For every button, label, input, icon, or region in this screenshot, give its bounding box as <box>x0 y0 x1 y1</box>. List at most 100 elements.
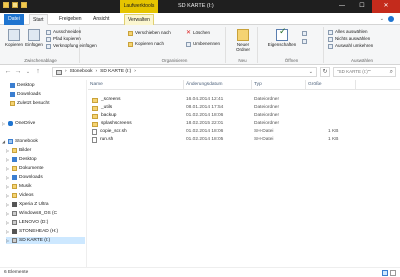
nav-item-recent[interactable]: Zuletzt besucht <box>10 100 50 107</box>
edit-button[interactable] <box>302 39 307 44</box>
back-arrow-icon[interactable]: ← <box>4 68 12 76</box>
open-button[interactable] <box>302 31 307 36</box>
chevron-right-icon[interactable]: ▷ <box>6 183 10 190</box>
quick-access-toolbar <box>3 2 27 8</box>
nav-item-windows8[interactable]: ▷ Windows8_OS (C <box>6 210 57 217</box>
column-name[interactable]: Name <box>88 80 184 90</box>
nav-item-downloads[interactable]: Downloads <box>10 91 41 98</box>
copy-path-button[interactable]: Pfad kopieren <box>46 36 81 42</box>
invert-selection-button[interactable]: Auswahl umkehren <box>328 43 373 49</box>
nav-item-xperia[interactable]: ▷ Xperia Z Ultra <box>6 201 49 208</box>
nav-item-dokumente[interactable]: ▷ Dokumente <box>6 165 44 172</box>
chevron-down-icon[interactable]: ⌄ <box>380 16 384 22</box>
nav-item-videos[interactable]: ▷ Videos <box>6 192 34 199</box>
file-type: SH-Datei <box>254 129 274 134</box>
nav-item-desktop[interactable]: Desktop <box>10 82 35 89</box>
table-row[interactable]: _utils 08.01.2014 17:54 Dateiordner <box>88 104 400 112</box>
new-folder-icon[interactable] <box>21 2 27 8</box>
chevron-right-icon[interactable]: ▷ <box>6 219 10 226</box>
tab-start[interactable]: Start <box>29 14 48 25</box>
chevron-right-icon[interactable]: ▷ <box>6 228 10 235</box>
nav-item-stonebook[interactable]: ◢ Stonebook <box>2 138 38 145</box>
organize-group: Verschieben nach Kopieren nach ✕ Löschen … <box>124 27 226 63</box>
chevron-right-icon[interactable]: ▷ <box>6 156 10 163</box>
file-date: 01.02.2014 18:05 <box>186 137 224 142</box>
window-title: SD KARTE (I:) <box>178 3 214 9</box>
desktop-icon <box>10 83 15 88</box>
file-name: _utils <box>101 105 113 110</box>
properties-icon <box>276 29 288 41</box>
title-bar: Laufwerktools SD KARTE (I:) — ☐ ✕ <box>0 0 400 13</box>
nav-item-bilder[interactable]: ▷ Bilder <box>6 147 31 154</box>
breadcrumb-stonebook[interactable]: Stonebook <box>70 68 93 76</box>
nav-item-desktop-folder[interactable]: ▷ Desktop <box>6 156 37 163</box>
tab-ansicht[interactable]: Ansicht <box>90 14 112 25</box>
maximize-button[interactable]: ☐ <box>352 0 372 13</box>
window-controls: — ☐ ✕ <box>332 0 400 13</box>
delete-button[interactable]: ✕ Löschen <box>186 30 210 36</box>
details-view-icon[interactable] <box>382 270 388 276</box>
new-folder-button[interactable]: Neuer Ordner <box>232 29 254 52</box>
tab-datei[interactable]: Datei <box>4 14 24 25</box>
select-none-button[interactable]: Nichts auswählen <box>328 36 370 42</box>
chevron-right-icon[interactable]: ▷ <box>6 192 10 199</box>
close-button[interactable]: ✕ <box>372 0 400 13</box>
breadcrumb-sd-karte[interactable]: SD KARTE (I:) <box>100 68 131 76</box>
chevron-right-icon[interactable]: ▷ <box>6 237 10 244</box>
tab-verwalten[interactable]: Verwalten <box>124 14 154 25</box>
forward-arrow-icon[interactable]: → <box>14 68 22 76</box>
column-size[interactable]: Größe <box>306 80 356 90</box>
properties-button[interactable]: Eigenschaften <box>266 29 298 47</box>
chevron-right-icon[interactable]: ▷ <box>2 120 6 127</box>
nav-item-lenovo[interactable]: ▷ LENOVO (D:) <box>6 219 48 226</box>
properties-icon[interactable] <box>12 2 18 8</box>
refresh-icon[interactable]: ↻ <box>320 67 330 77</box>
move-to-label: Verschieben nach <box>135 30 171 35</box>
help-icon[interactable] <box>388 16 394 22</box>
nav-item-sd-karte[interactable]: ▷ SD KARTE (I:) <box>6 237 85 244</box>
up-arrow-icon[interactable]: ↑ <box>34 68 42 76</box>
copy-button[interactable]: Kopieren <box>4 29 24 47</box>
table-row[interactable]: splashscreens 18.02.2015 22:01 Dateiordn… <box>88 120 400 128</box>
chevron-right-icon[interactable]: ▷ <box>6 165 10 172</box>
copy-to-button[interactable]: Kopieren nach <box>128 41 164 47</box>
nav-item-stonehead[interactable]: ▷ STONEHEAD (H:) <box>6 228 58 235</box>
chevron-right-icon[interactable]: ▷ <box>6 147 10 154</box>
tab-freigeben[interactable]: Freigeben <box>56 14 85 25</box>
ribbon: Kopieren Einfügen Ausschneiden Pfad kopi… <box>0 25 400 65</box>
table-row[interactable]: _screens 16.04.2014 12:41 Dateiordner <box>88 96 400 104</box>
address-bar[interactable]: › Stonebook › SD KARTE (I:) › ⌄ <box>52 67 317 77</box>
large-icons-view-icon[interactable] <box>390 270 396 276</box>
chevron-right-icon[interactable]: ▷ <box>6 210 10 217</box>
file-size: 1 KB <box>328 129 339 134</box>
chevron-right-icon[interactable]: ▷ <box>6 174 10 181</box>
cut-button[interactable]: Ausschneiden <box>46 29 81 35</box>
file-type: Dateiordner <box>254 113 280 118</box>
table-row[interactable]: run.sh 01.02.2014 18:05 SH-Datei 1 KB <box>88 136 400 144</box>
select-all-label: Alles auswählen <box>335 29 368 34</box>
nav-item-onedrive[interactable]: ▷ OneDrive <box>2 120 35 127</box>
column-type[interactable]: Typ <box>252 80 306 90</box>
move-to-button[interactable]: Verschieben nach <box>128 30 171 36</box>
paste-shortcut-button[interactable]: Verknüpfung einfügen <box>46 43 97 49</box>
chevron-down-icon[interactable]: ⌄ <box>309 68 313 76</box>
file-icon <box>92 129 97 135</box>
column-date[interactable]: Änderungsdatum <box>184 80 252 90</box>
pane-splitter[interactable] <box>86 80 87 267</box>
paste-button[interactable]: Einfügen <box>24 29 44 47</box>
folder-icon[interactable] <box>3 2 9 8</box>
nav-item-downloads-folder[interactable]: ▷ Downloads <box>6 174 43 181</box>
nav-item-musik[interactable]: ▷ Musik <box>6 183 32 190</box>
chevron-down-icon[interactable]: ◢ <box>2 138 6 145</box>
minimize-button[interactable]: — <box>332 0 352 13</box>
search-input[interactable]: "SD KARTE (I:)"" ⌕ <box>333 67 396 77</box>
table-row[interactable]: backup 01.02.2014 18:06 Dateiordner <box>88 112 400 120</box>
chevron-down-icon[interactable]: ⌄ <box>24 68 32 76</box>
table-row[interactable]: copie_scr.sh 01.02.2014 18:06 SH-Datei 1… <box>88 128 400 136</box>
delete-label: Löschen <box>193 30 211 35</box>
chevron-right-icon[interactable]: ▷ <box>6 201 10 208</box>
select-all-button[interactable]: Alles auswählen <box>328 29 368 35</box>
rename-button[interactable]: Umbenennen <box>186 41 220 47</box>
file-type: Dateiordner <box>254 105 280 110</box>
edit-icon <box>302 39 307 44</box>
